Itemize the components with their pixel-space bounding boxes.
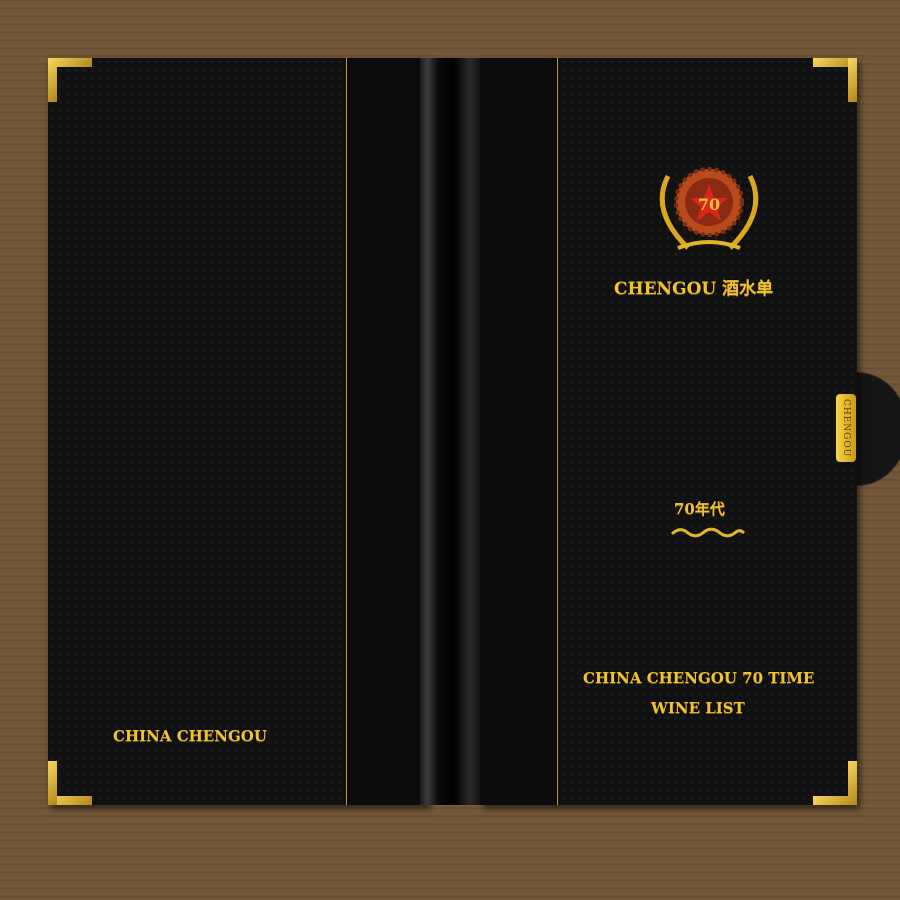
cloud-ornament-icon	[670, 527, 746, 538]
subtitle-line-1: CHINA CHENGOU 70 TIME	[583, 669, 815, 687]
corner-ornament	[48, 58, 92, 102]
back-brand-text: CHINA CHENGOU	[113, 727, 267, 745]
chengou-tab[interactable]: CHENGOU	[836, 394, 856, 462]
gold-line	[346, 58, 347, 805]
front-cover-strip	[480, 58, 557, 805]
subtitle-line-2: WINE LIST	[651, 699, 745, 717]
svg-text:70: 70	[698, 195, 720, 214]
corner-ornament	[813, 58, 857, 102]
back-cover-strip	[346, 58, 428, 805]
corner-ornament	[48, 761, 92, 805]
back-cover: CHINA CHENGOU	[48, 58, 428, 805]
menu-title: CHENGOU 酒水单	[614, 279, 774, 299]
front-cover: 70 CHENGOU 酒水单 70年代 CHINA CHENGOU 70 TIM…	[480, 58, 857, 805]
gold-line	[557, 58, 558, 805]
bottle-cap-laurel-emblem-icon: 70	[659, 167, 759, 250]
corner-ornament	[813, 761, 857, 805]
spine	[420, 58, 482, 805]
era-label: 70年代	[674, 500, 725, 518]
